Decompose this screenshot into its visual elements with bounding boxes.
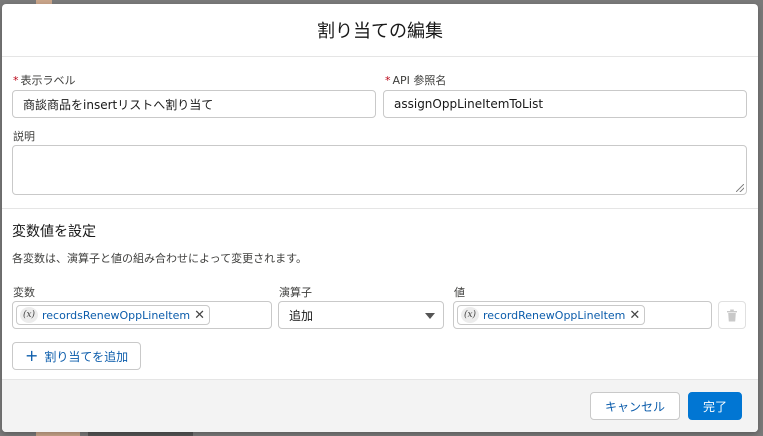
operator-column-header: 演算子: [279, 286, 312, 299]
modal-header: 割り当ての編集: [2, 4, 758, 57]
plus-icon: +: [25, 346, 39, 365]
close-icon[interactable]: ✕: [629, 309, 640, 322]
modal-footer: キャンセル 完了: [2, 379, 758, 432]
label-input[interactable]: [12, 90, 376, 118]
value-pill-label: recordRenewOppLineItem: [483, 308, 626, 322]
modal-title: 割り当ての編集: [317, 21, 443, 42]
section-description: 各変数は、演算子と値の組み合わせによって変更されます。: [12, 252, 308, 265]
value-field[interactable]: (x) recordRenewOppLineItem ✕: [453, 301, 712, 329]
resize-grip-icon[interactable]: [736, 184, 744, 192]
operator-selected-value: 追加: [289, 308, 314, 323]
done-button[interactable]: 完了: [687, 392, 742, 420]
api-name-field-label-text: API 参照名: [392, 74, 447, 87]
delete-row-button[interactable]: [718, 301, 746, 329]
api-name-input[interactable]: [383, 90, 747, 118]
required-marker: *: [385, 74, 391, 87]
chevron-down-icon: [425, 313, 435, 319]
value-column-header: 値: [454, 286, 465, 299]
description-textarea[interactable]: [12, 145, 747, 195]
section-divider: [2, 208, 758, 209]
variable-icon: (x): [20, 307, 38, 323]
label-field-label-text: 表示ラベル: [20, 74, 76, 87]
section-title: 変数値を設定: [12, 224, 96, 240]
variable-icon: (x): [461, 307, 479, 323]
add-assignment-label: 割り当てを追加: [44, 349, 129, 364]
operator-select[interactable]: 追加: [278, 301, 444, 329]
required-marker: *: [13, 74, 19, 87]
label-field-label: * 表示ラベル: [13, 72, 76, 88]
add-assignment-button[interactable]: + 割り当てを追加: [12, 342, 142, 370]
api-name-field-label: * API 参照名: [385, 72, 446, 88]
trash-icon: [727, 309, 737, 321]
description-label: 説明: [13, 130, 35, 143]
edit-assignment-modal: 割り当ての編集 *表示ラベル *API 参照名 説明 変数値を設定 各変数は、演…: [2, 4, 758, 432]
close-icon[interactable]: ✕: [194, 309, 205, 322]
variable-pill[interactable]: (x) recordsRenewOppLineItem ✕: [16, 305, 211, 325]
variable-pill-label: recordsRenewOppLineItem: [42, 308, 191, 322]
variable-column-header: 変数: [13, 286, 35, 299]
cancel-button[interactable]: キャンセル: [589, 392, 680, 420]
value-pill[interactable]: (x) recordRenewOppLineItem ✕: [457, 305, 646, 325]
variable-field[interactable]: (x) recordsRenewOppLineItem ✕: [12, 301, 272, 329]
